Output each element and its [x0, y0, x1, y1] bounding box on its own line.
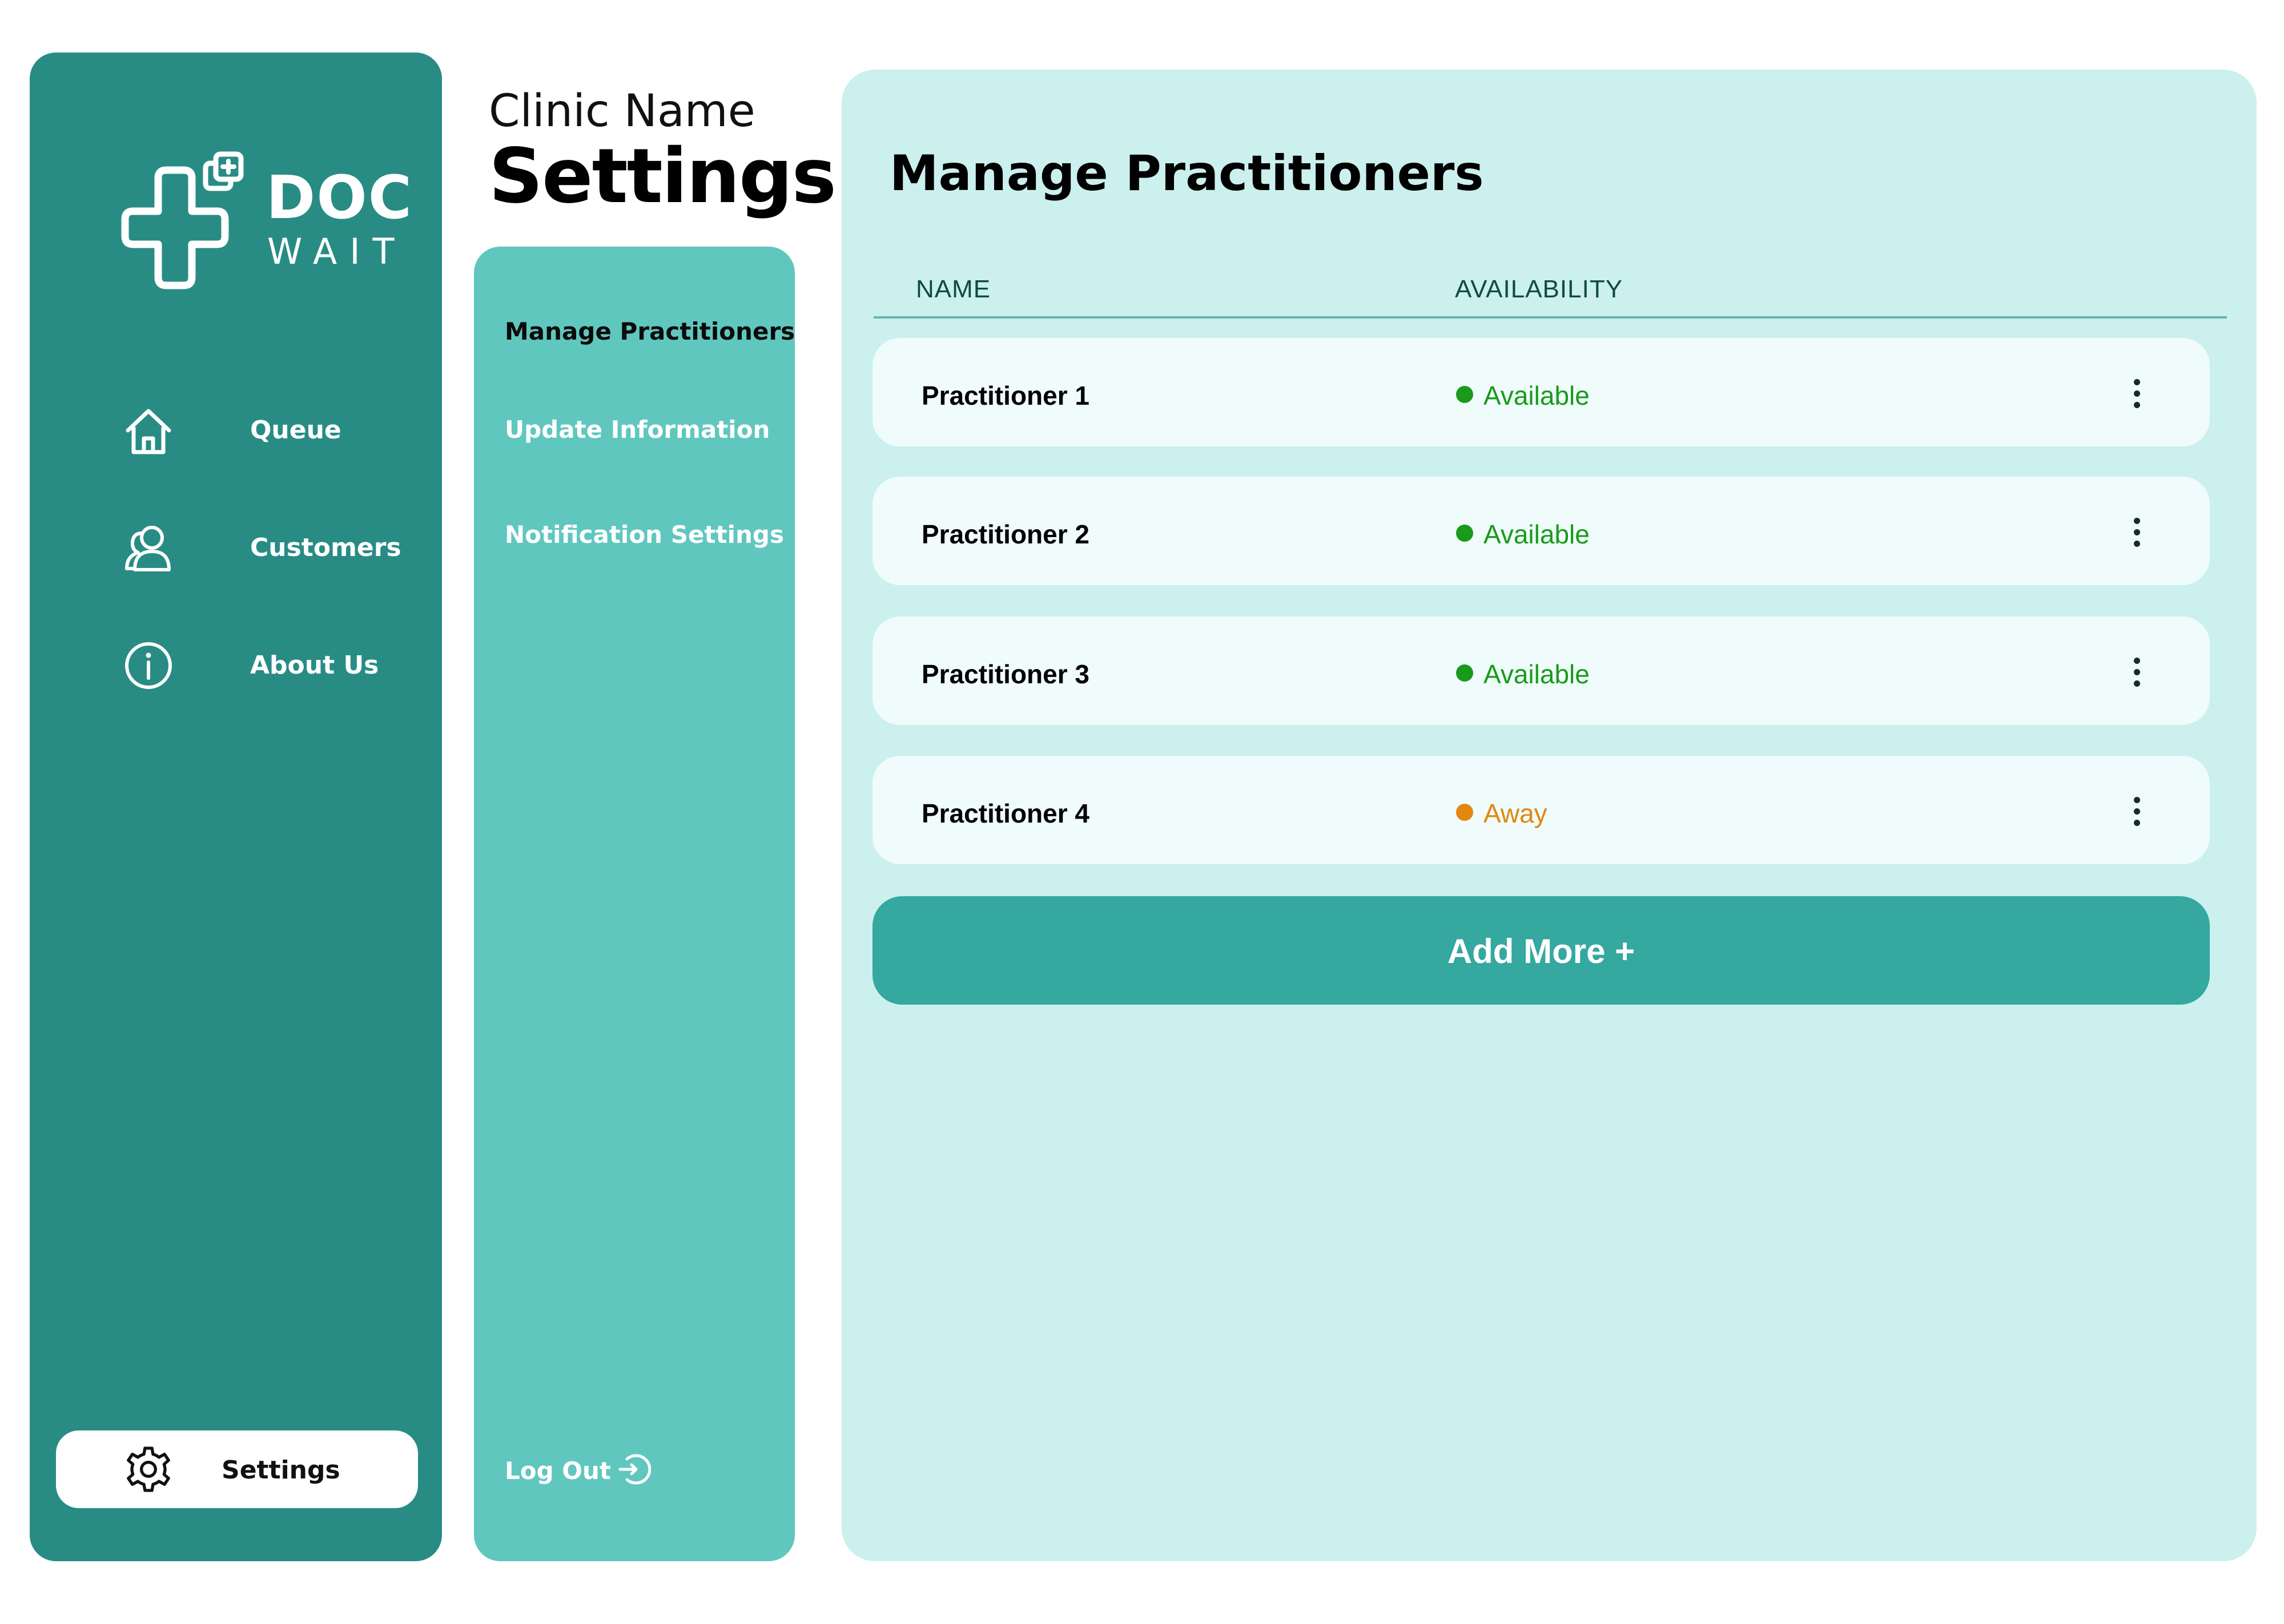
sidebar-item-label: Queue: [250, 416, 341, 445]
column-header-availability: AVAILABILITY: [1455, 275, 1623, 303]
status-dot-icon: [1456, 664, 1473, 682]
practitioner-name: Practitioner 2: [922, 519, 1089, 549]
logout-label: Log Out: [505, 1457, 611, 1485]
status-text: Away: [1483, 799, 1547, 828]
page-title: Settings: [489, 132, 837, 220]
more-options-icon[interactable]: [2129, 656, 2146, 691]
logout-button[interactable]: Log Out: [505, 1451, 676, 1491]
settings-menu: Manage Practitioners Update Information …: [474, 247, 795, 1561]
medical-cross-logo-icon: [121, 151, 244, 289]
settings-label: Settings: [222, 1456, 340, 1485]
practitioner-row: Practitioner 1 Available: [872, 338, 2210, 446]
menu-item-manage-practitioners[interactable]: Manage Practitioners: [505, 317, 795, 345]
status-dot-icon: [1456, 386, 1473, 403]
logo-wordmark-doc: DOC: [266, 163, 413, 232]
more-options-icon[interactable]: [2129, 378, 2146, 412]
sidebar-item-about-us[interactable]: About Us: [120, 637, 417, 700]
clinic-name: Clinic Name: [489, 86, 755, 137]
section-title: Manage Practitioners: [890, 145, 1484, 202]
home-icon: [126, 409, 171, 454]
practitioner-row: Practitioner 4 Away: [872, 756, 2210, 864]
add-more-button[interactable]: Add More +: [872, 896, 2210, 1005]
sidebar-item-settings[interactable]: Settings: [56, 1430, 418, 1508]
practitioner-row: Practitioner 3 Available: [872, 616, 2210, 725]
gear-icon: [127, 1446, 170, 1492]
docwait-logo: DOC WAIT: [104, 138, 412, 321]
logo-wordmark-wait: WAIT: [267, 231, 407, 272]
menu-item-notification-settings[interactable]: Notification Settings: [505, 521, 784, 549]
practitioner-name: Practitioner 3: [922, 659, 1089, 689]
header-divider: [874, 316, 2227, 319]
status-dot-icon: [1456, 804, 1473, 821]
users-icon: [125, 526, 171, 571]
main-panel: Manage Practitioners NAME AVAILABILITY P…: [842, 70, 2257, 1561]
menu-item-update-information[interactable]: Update Information: [505, 416, 770, 444]
logout-icon: [618, 1454, 651, 1485]
more-options-icon[interactable]: [2129, 517, 2146, 551]
sidebar-item-label: About Us: [250, 651, 379, 680]
more-options-icon[interactable]: [2129, 796, 2146, 830]
practitioner-name: Practitioner 4: [922, 799, 1089, 828]
info-icon: [125, 642, 172, 689]
add-more-label: Add More +: [1447, 932, 1635, 970]
sidebar-item-label: Customers: [250, 533, 401, 562]
status-text: Available: [1483, 659, 1590, 689]
column-header-name: NAME: [916, 275, 991, 303]
status-text: Available: [1483, 519, 1590, 549]
status-text: Available: [1483, 381, 1590, 410]
practitioner-row: Practitioner 2 Available: [872, 477, 2210, 585]
sidebar-item-customers[interactable]: Customers: [120, 519, 417, 582]
sidebar-item-queue[interactable]: Queue: [120, 402, 417, 465]
status-dot-icon: [1456, 525, 1473, 542]
practitioner-name: Practitioner 1: [922, 381, 1089, 410]
sidebar: DOC WAIT Queue Customers About Us Settin…: [30, 53, 442, 1561]
